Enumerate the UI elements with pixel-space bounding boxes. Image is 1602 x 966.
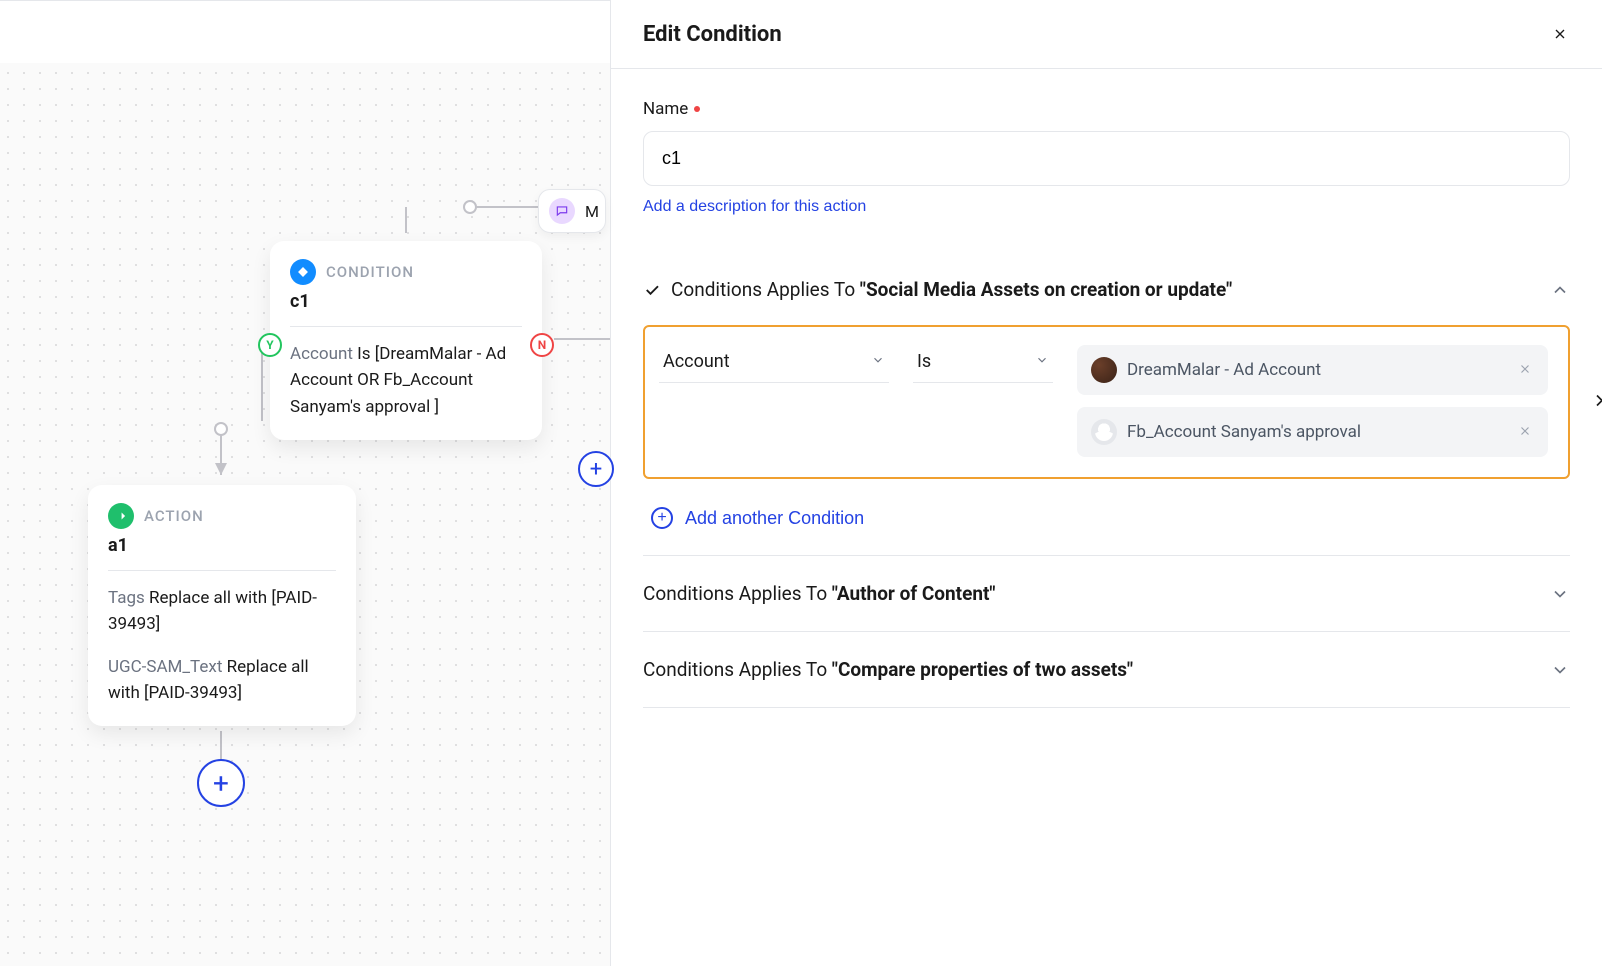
name-input[interactable] [643,131,1570,186]
workflow-canvas[interactable]: M Y N CONDITION c1 Account Is [DreamMala… [0,0,610,966]
chevron-down-icon [1550,584,1570,604]
add-another-condition-button[interactable]: + Add another Condition [643,507,864,529]
flow-connector-dot [214,422,228,436]
port-no[interactable]: N [530,333,554,357]
condition-row: Account Is [643,325,1570,479]
section-header[interactable]: Conditions Applies To "Social Media Asse… [643,278,1570,301]
add-node-button[interactable]: + [578,451,614,487]
account-avatar [1091,357,1117,383]
action-node[interactable]: ACTION a1 Tags Replace all with [PAID-39… [88,485,356,726]
message-icon [549,198,575,224]
section-title: Conditions Applies To "Social Media Asse… [671,278,1232,301]
trigger-label: M [585,202,599,221]
add-description-link[interactable]: Add a description for this action [643,198,866,216]
trigger-node[interactable]: M [538,189,606,233]
value-chip: DreamMalar - Ad Account [1077,345,1548,395]
node-type-label: CONDITION [326,263,414,281]
close-button[interactable] [1546,20,1574,48]
condition-icon [290,259,316,285]
condition-values[interactable]: DreamMalar - Ad Account Fb_Account Sanya… [1077,345,1548,457]
chip-remove-button[interactable] [1516,360,1534,381]
node-id: c1 [290,291,522,312]
port-yes[interactable]: Y [258,333,282,357]
section-title: Conditions Applies To "Compare propertie… [643,658,1133,681]
section-header[interactable]: Conditions Applies To "Compare propertie… [643,658,1570,681]
condition-summary: Account Is [DreamMalar - Ad Account OR F… [290,341,522,420]
flow-connector-dot [463,200,477,214]
account-avatar [1091,419,1117,445]
section-header[interactable]: Conditions Applies To "Author of Content… [643,582,1570,605]
chevron-down-icon [1035,351,1049,372]
chevron-down-icon [871,351,885,372]
name-label: Name [643,99,1570,119]
plus-circle-icon: + [651,507,673,529]
node-type-label: ACTION [144,507,204,525]
condition-node[interactable]: Y N CONDITION c1 Account Is [DreamMalar … [270,241,542,440]
section-title: Conditions Applies To "Author of Content… [643,582,995,605]
chevron-up-icon [1550,280,1570,300]
condition-field-select[interactable]: Account [659,345,889,383]
value-chip: Fb_Account Sanyam's approval [1077,407,1548,457]
value-chip-label: DreamMalar - Ad Account [1127,360,1321,380]
chip-remove-button[interactable] [1516,422,1534,443]
check-icon [643,281,661,299]
action-icon [108,503,134,529]
action-summary: Tags Replace all with [PAID-39493] UGC-S… [108,585,336,706]
section-social-media-assets: Conditions Applies To "Social Media Asse… [643,252,1570,556]
chevron-down-icon [1550,660,1570,680]
section-compare-properties: Conditions Applies To "Compare propertie… [643,632,1570,708]
flow-edges [0,1,610,966]
node-id: a1 [108,535,336,556]
section-author-of-content: Conditions Applies To "Author of Content… [643,556,1570,632]
remove-condition-row-button[interactable] [1586,390,1602,415]
condition-operator-select[interactable]: Is [913,345,1053,383]
panel-title: Edit Condition [643,22,782,47]
edit-condition-panel: Edit Condition Name Add a description fo… [610,0,1602,966]
add-node-button[interactable]: + [197,759,245,807]
required-indicator [694,106,700,112]
value-chip-label: Fb_Account Sanyam's approval [1127,422,1361,442]
